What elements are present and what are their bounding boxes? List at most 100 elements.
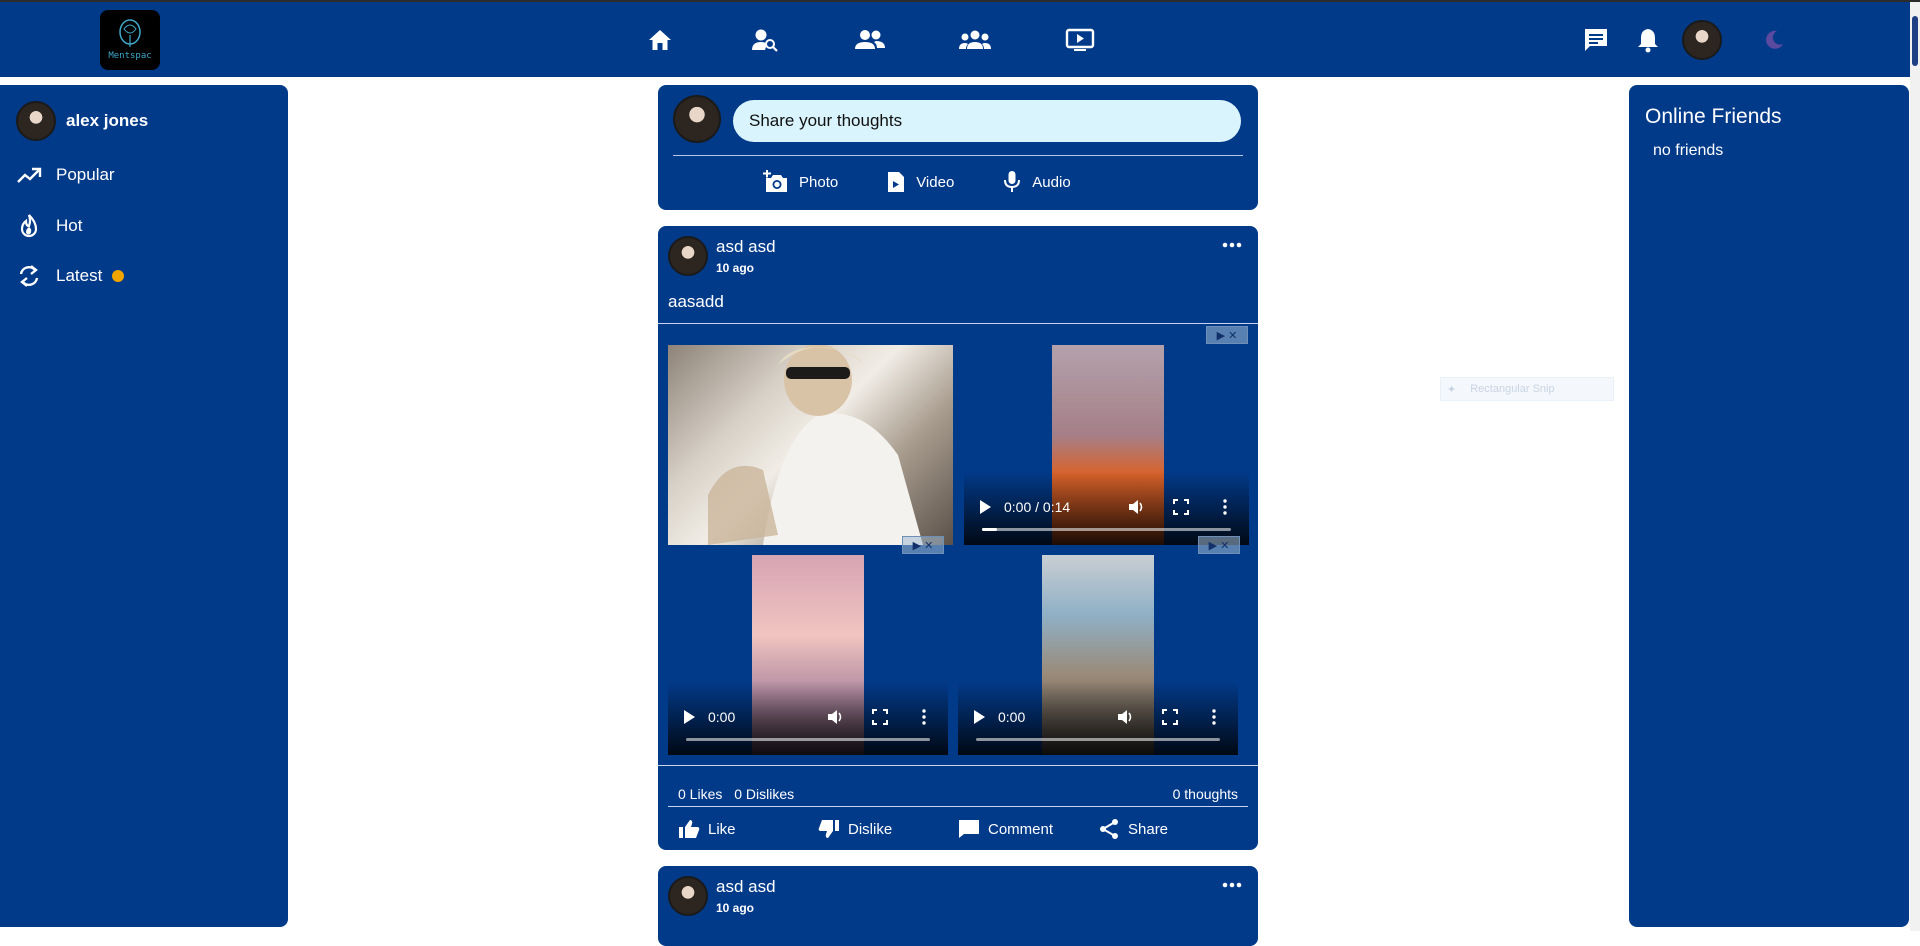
post-text: aasadd (668, 292, 724, 311)
share-label: Share (1128, 820, 1169, 838)
share-icon (1100, 819, 1118, 839)
app-logo[interactable]: Mentspac (100, 10, 160, 70)
play-icon[interactable] (972, 709, 986, 725)
logo-emblem-icon (119, 19, 141, 47)
post-header: asd asd 10 ago (668, 876, 776, 916)
messages-icon[interactable] (1578, 22, 1614, 58)
volume-icon[interactable] (1127, 497, 1147, 517)
sidebar-item-label: Hot (56, 216, 83, 235)
like-button[interactable]: Like (678, 818, 818, 840)
post-actions: Like Dislike Comment Share (678, 818, 1238, 840)
groups-icon[interactable] (955, 22, 995, 58)
photo-button[interactable]: Photo (763, 170, 838, 194)
photo-label: Photo (799, 173, 839, 191)
audio-label: Audio (1032, 173, 1071, 191)
post-author-avatar[interactable] (668, 236, 708, 276)
more-options-icon[interactable] (914, 707, 934, 727)
composer-avatar (673, 95, 721, 143)
online-friends-empty: no friends (1653, 142, 1724, 159)
more-options-icon[interactable] (1204, 707, 1224, 727)
thumbs-down-icon (818, 820, 839, 838)
post-video[interactable]: 0:00 / 0:14 (964, 345, 1249, 545)
left-sidebar: alex jones Popular Hot Latest (0, 85, 288, 927)
video-progress[interactable] (686, 738, 930, 741)
video-controls: 0:00 (668, 681, 948, 755)
reaction-counts: 0 Likes 0 Dislikes (678, 786, 794, 802)
logo-text: Mentspac (108, 51, 152, 61)
video-time: 0:00 (998, 709, 1026, 725)
find-people-icon[interactable] (745, 22, 785, 58)
share-input[interactable] (733, 100, 1241, 142)
online-friends-panel: Online Friends no friends (1629, 85, 1909, 927)
post-header: asd asd 10 ago (668, 236, 776, 276)
sidebar-item-latest[interactable]: Latest (16, 263, 125, 289)
post-author[interactable]: asd asd (716, 237, 776, 257)
video-time: 0:00 / 0:14 (1004, 499, 1071, 515)
share-button[interactable]: Share (1098, 818, 1238, 840)
volume-icon[interactable] (826, 707, 846, 727)
new-indicator-dot (112, 270, 125, 282)
fullscreen-icon[interactable] (1171, 497, 1191, 517)
ad-badge[interactable]: ▶ ✕ (902, 536, 944, 554)
post-author-avatar[interactable] (668, 876, 708, 916)
refresh-icon (19, 265, 39, 287)
ad-badge[interactable]: ▶ ✕ (1198, 536, 1240, 554)
post-author[interactable]: asd asd (716, 877, 776, 897)
flame-icon (20, 214, 38, 238)
post-video[interactable]: 0:00 (668, 555, 948, 755)
play-icon[interactable] (682, 709, 696, 725)
post-video[interactable]: 0:00 (958, 555, 1238, 755)
play-icon[interactable] (978, 499, 992, 515)
comment-icon (959, 820, 979, 838)
friends-icon[interactable] (850, 22, 890, 58)
dislikes-count[interactable]: 0 Dislikes (734, 786, 794, 802)
sidebar-user[interactable]: alex jones (16, 101, 148, 141)
page-scrollbar[interactable] (1910, 2, 1920, 931)
snip-label: Rectangular Snip (1470, 383, 1555, 395)
post-image[interactable] (668, 345, 953, 545)
comment-button[interactable]: Comment (958, 818, 1098, 840)
scrollbar-thumb[interactable] (1912, 16, 1918, 66)
video-progress[interactable] (982, 528, 1231, 531)
sidebar-item-label: Latest (56, 266, 103, 285)
snip-overlay-label: ✦ Rectangular Snip (1440, 377, 1614, 401)
video-button[interactable]: Video (886, 170, 954, 194)
post-menu-icon[interactable] (1220, 876, 1244, 894)
top-navbar: Mentspac (0, 2, 1920, 77)
video-progress[interactable] (976, 738, 1220, 741)
home-icon[interactable] (640, 22, 680, 58)
comment-label: Comment (988, 820, 1054, 838)
volume-icon[interactable] (1116, 707, 1136, 727)
like-label: Like (708, 820, 736, 838)
online-friends-title: Online Friends (1645, 105, 1782, 128)
fullscreen-icon[interactable] (870, 707, 890, 727)
post-time: 10 ago (716, 901, 755, 915)
trending-icon (17, 167, 42, 183)
user-avatar (16, 101, 56, 141)
notifications-icon[interactable] (1630, 22, 1666, 58)
sidebar-item-hot[interactable]: Hot (16, 213, 82, 239)
mic-icon (1004, 171, 1021, 192)
actions-divider (668, 806, 1248, 807)
fullscreen-icon[interactable] (1160, 707, 1180, 727)
post-divider (658, 323, 1258, 324)
dislike-button[interactable]: Dislike (818, 818, 958, 840)
main-nav (640, 22, 1165, 58)
post-time: 10 ago (716, 261, 755, 275)
video-time: 0:00 (708, 709, 736, 725)
more-options-icon[interactable] (1215, 497, 1235, 517)
post-card: asd asd 10 ago (658, 866, 1258, 946)
thoughts-count[interactable]: 0 thoughts (1173, 786, 1238, 802)
sidebar-item-popular[interactable]: Popular (16, 165, 115, 185)
profile-avatar[interactable] (1682, 20, 1722, 60)
audio-button[interactable]: Audio (1002, 170, 1071, 194)
dark-mode-icon[interactable] (1756, 22, 1792, 58)
nav-right-tools (1578, 20, 1808, 60)
ad-badge[interactable]: ▶ ✕ (1206, 326, 1248, 344)
add-photo-icon (763, 170, 787, 192)
post-menu-icon[interactable] (1220, 236, 1244, 254)
video-controls: 0:00 (958, 681, 1238, 755)
video-label: Video (916, 173, 955, 191)
likes-count[interactable]: 0 Likes (678, 786, 722, 802)
watch-icon[interactable] (1060, 22, 1100, 58)
